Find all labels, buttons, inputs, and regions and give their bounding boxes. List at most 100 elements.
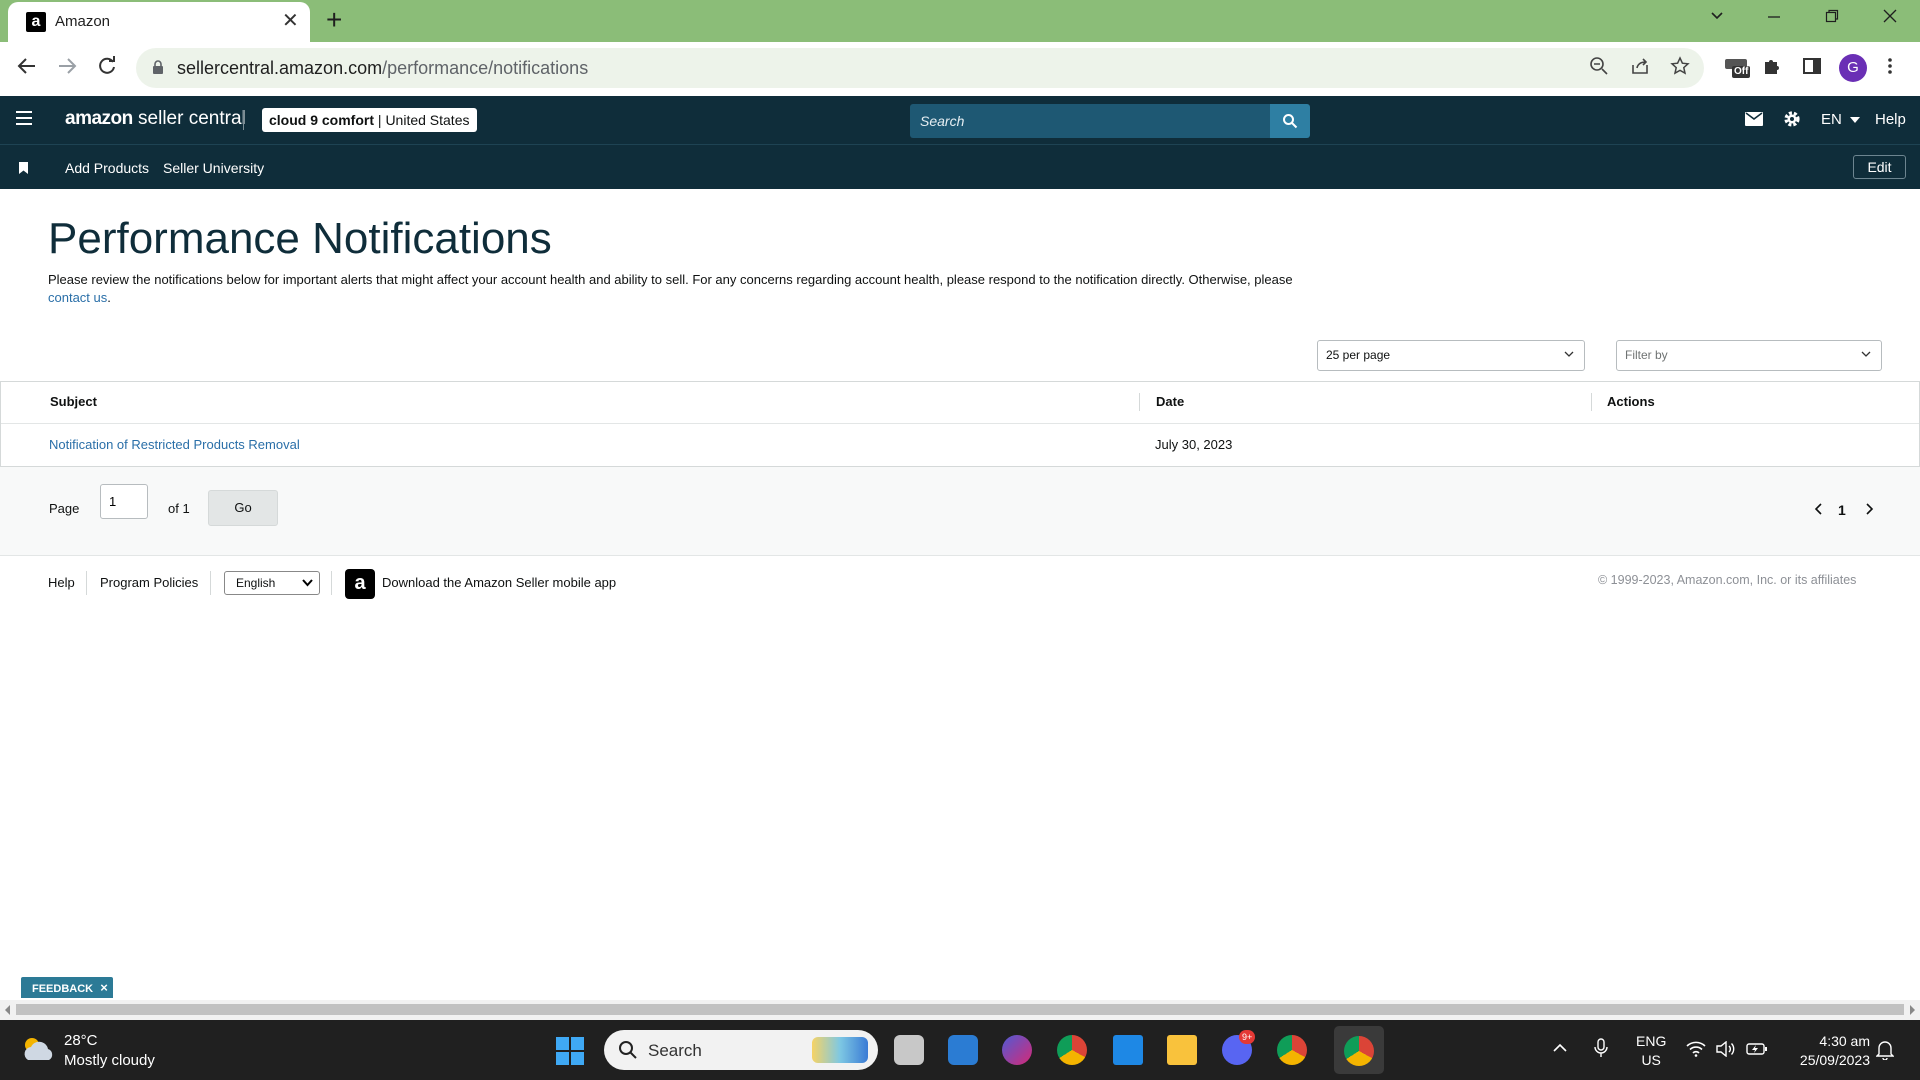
filter-by-select[interactable]: Filter by bbox=[1616, 340, 1882, 371]
chevron-down-icon bbox=[302, 579, 313, 587]
forward-icon[interactable] bbox=[56, 55, 78, 82]
taskbar-search-box[interactable]: Search bbox=[604, 1030, 878, 1070]
current-page-number[interactable]: 1 bbox=[1838, 502, 1846, 518]
scrollbar-thumb[interactable] bbox=[16, 1004, 1904, 1015]
pagination-bar: Page of 1 Go 1 bbox=[0, 467, 1920, 556]
help-link[interactable]: Help bbox=[1875, 111, 1906, 128]
weather-description[interactable]: Mostly cloudy bbox=[64, 1052, 155, 1069]
input-language-indicator[interactable]: ENG US bbox=[1636, 1032, 1666, 1070]
logo-amazon-text: amazon bbox=[65, 108, 133, 129]
chrome-profile-app-icon[interactable] bbox=[1277, 1035, 1307, 1065]
amazon-favicon-icon: a bbox=[26, 12, 46, 32]
search-placeholder: Search bbox=[920, 113, 965, 129]
hamburger-menu-icon[interactable] bbox=[16, 111, 32, 125]
search-button[interactable] bbox=[1270, 104, 1310, 138]
subnav-link-seller-university[interactable]: Seller University bbox=[163, 160, 264, 176]
active-chrome-window-highlight[interactable] bbox=[1334, 1026, 1384, 1074]
store-name: cloud 9 comfort bbox=[269, 112, 375, 128]
intro-end: . bbox=[107, 290, 111, 305]
microphone-icon[interactable] bbox=[1594, 1038, 1608, 1063]
weather-temperature[interactable]: 28°C bbox=[64, 1032, 98, 1049]
extensions-puzzle-icon[interactable] bbox=[1762, 56, 1782, 82]
side-panel-icon[interactable] bbox=[1802, 56, 1822, 82]
file-explorer-icon[interactable] bbox=[1167, 1035, 1197, 1065]
discord-app-icon[interactable]: 9+ bbox=[1222, 1030, 1256, 1065]
footer-program-policies-link[interactable]: Program Policies bbox=[100, 575, 198, 590]
download-app-link[interactable]: Download the Amazon Seller mobile app bbox=[382, 575, 616, 590]
windows-start-icon[interactable] bbox=[555, 1036, 585, 1071]
search-icon bbox=[1283, 114, 1298, 129]
seller-central-logo[interactable]: amazon seller central bbox=[65, 108, 246, 130]
feedback-close-icon[interactable]: × bbox=[100, 980, 108, 995]
page-label: Page bbox=[49, 501, 80, 516]
chevron-down-icon bbox=[1861, 351, 1871, 357]
logo-divider bbox=[243, 110, 244, 130]
weather-cloud-icon[interactable] bbox=[20, 1034, 56, 1069]
input-language-line1: ENG bbox=[1636, 1033, 1667, 1049]
clock[interactable]: 4:30 am 25/09/2023 bbox=[1790, 1032, 1870, 1070]
reload-icon[interactable] bbox=[96, 55, 118, 82]
footer-language-select[interactable]: English bbox=[224, 571, 320, 595]
profile-avatar[interactable]: G bbox=[1839, 54, 1867, 82]
feedback-label: FEEDBACK bbox=[32, 983, 94, 995]
tab-search-chevron-icon[interactable] bbox=[1709, 8, 1725, 29]
header-search-input[interactable]: Search bbox=[910, 104, 1270, 138]
scroll-right-icon[interactable] bbox=[1908, 1005, 1916, 1015]
feedback-tab[interactable]: FEEDBACK × bbox=[21, 977, 113, 998]
zoom-out-icon[interactable] bbox=[1589, 56, 1609, 82]
address-bar[interactable]: sellercentral.amazon.com/performance/not… bbox=[136, 48, 1704, 88]
store-selector[interactable]: cloud 9 comfort | United States bbox=[262, 108, 477, 132]
contact-us-link[interactable]: contact us bbox=[48, 290, 107, 305]
share-icon[interactable] bbox=[1630, 56, 1650, 82]
language-selector[interactable]: EN bbox=[1821, 111, 1861, 128]
mail-app-icon[interactable] bbox=[948, 1035, 978, 1065]
notifications-bell-icon[interactable] bbox=[1875, 1040, 1895, 1065]
volume-icon[interactable] bbox=[1716, 1040, 1736, 1062]
new-tab-button[interactable]: + bbox=[326, 6, 342, 34]
table-header: Subject Date Actions bbox=[1, 382, 1919, 424]
settings-gear-icon[interactable] bbox=[1782, 109, 1802, 133]
column-header-subject[interactable]: Subject bbox=[50, 394, 97, 409]
bookmark-icon[interactable] bbox=[19, 161, 28, 174]
scroll-left-icon[interactable] bbox=[4, 1005, 12, 1015]
chrome-app-icon[interactable] bbox=[1057, 1035, 1087, 1065]
browser-tab[interactable]: a Amazon ✕ bbox=[8, 2, 310, 42]
task-view-icon[interactable] bbox=[894, 1035, 924, 1065]
bookmark-star-icon[interactable] bbox=[1670, 56, 1690, 82]
tab-title: Amazon bbox=[55, 13, 111, 30]
browser-menu-icon[interactable] bbox=[1886, 56, 1894, 82]
show-hidden-icons-chevron-icon[interactable] bbox=[1552, 1040, 1568, 1058]
extension-off-icon[interactable]: Off bbox=[1724, 56, 1750, 86]
page-number-input[interactable] bbox=[100, 484, 148, 519]
column-divider bbox=[1139, 393, 1140, 411]
mail-icon[interactable] bbox=[1745, 112, 1763, 130]
store-region: United States bbox=[385, 112, 470, 128]
wifi-icon[interactable] bbox=[1686, 1041, 1706, 1062]
browser-tab-bar: a Amazon ✕ + bbox=[0, 0, 1920, 42]
column-divider bbox=[1591, 393, 1592, 411]
messenger-app-icon[interactable] bbox=[1002, 1035, 1032, 1065]
minimize-icon[interactable] bbox=[1766, 8, 1782, 29]
edit-bookmarks-button[interactable]: Edit bbox=[1853, 155, 1906, 179]
search-icon bbox=[619, 1041, 637, 1059]
copyright-text: © 1999-2023, Amazon.com, Inc. or its aff… bbox=[1598, 573, 1857, 587]
per-page-select[interactable]: 25 per page bbox=[1317, 340, 1585, 371]
previous-page-icon[interactable] bbox=[1814, 502, 1824, 518]
url-path: /performance/notifications bbox=[382, 58, 589, 78]
footer-help-link[interactable]: Help bbox=[48, 575, 75, 590]
url-domain: sellercentral.amazon.com bbox=[177, 58, 383, 78]
close-window-icon[interactable] bbox=[1882, 8, 1898, 29]
column-header-date[interactable]: Date bbox=[1156, 394, 1184, 409]
amazon-seller-app-icon[interactable]: a bbox=[345, 569, 375, 599]
restore-icon[interactable] bbox=[1824, 8, 1840, 29]
tab-close-icon[interactable]: ✕ bbox=[282, 10, 299, 32]
battery-charging-icon[interactable] bbox=[1746, 1042, 1768, 1061]
back-icon[interactable] bbox=[16, 55, 38, 82]
seller-central-header: amazon seller central cloud 9 comfort | … bbox=[0, 96, 1920, 144]
notepad-app-icon[interactable] bbox=[1113, 1035, 1143, 1065]
notification-subject-link[interactable]: Notification of Restricted Products Remo… bbox=[49, 437, 300, 452]
horizontal-scrollbar[interactable] bbox=[0, 1000, 1920, 1020]
subnav-link-add-products[interactable]: Add Products bbox=[65, 160, 149, 176]
next-page-icon[interactable] bbox=[1864, 502, 1874, 518]
go-button[interactable]: Go bbox=[208, 490, 278, 526]
